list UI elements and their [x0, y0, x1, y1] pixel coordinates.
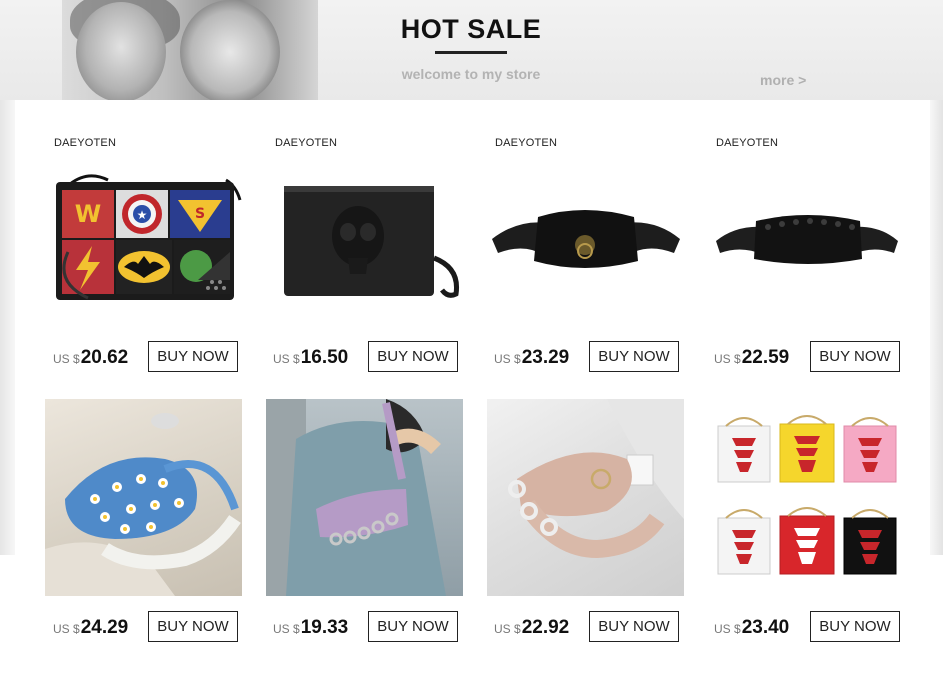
- currency-label: US $: [53, 352, 80, 366]
- product-image[interactable]: [708, 410, 904, 582]
- product-price: US $22.59: [714, 347, 789, 369]
- price-value: 24.29: [80, 617, 129, 638]
- currency-label: US $: [273, 352, 300, 366]
- product-price: US $23.40: [714, 617, 789, 639]
- buy-now-button[interactable]: BUY NOW: [810, 611, 900, 642]
- currency-label: US $: [494, 352, 521, 366]
- price-value: 19.33: [300, 617, 349, 638]
- price-value: 20.62: [80, 347, 129, 368]
- product-image[interactable]: [487, 399, 684, 596]
- product-price: US $20.62: [53, 347, 128, 369]
- product-brand: DAEYOTEN: [495, 137, 558, 149]
- currency-label: US $: [273, 622, 300, 636]
- price-value: 22.59: [741, 347, 790, 368]
- product-image[interactable]: [712, 205, 902, 267]
- buy-now-button[interactable]: BUY NOW: [148, 341, 238, 372]
- price-value: 23.40: [741, 617, 790, 638]
- product-price: US $16.50: [273, 347, 348, 369]
- price-value: 16.50: [300, 347, 349, 368]
- buy-now-button[interactable]: BUY NOW: [368, 341, 458, 372]
- store-subtitle: welcome to my store: [401, 66, 541, 82]
- side-shadow-left: [0, 100, 15, 555]
- price-value: 23.29: [521, 347, 570, 368]
- page-title: HOT SALE: [400, 14, 542, 44]
- product-brand: DAEYOTEN: [54, 137, 117, 149]
- buy-now-button[interactable]: BUY NOW: [810, 341, 900, 372]
- product-price: US $23.29: [494, 347, 569, 369]
- currency-label: US $: [494, 622, 521, 636]
- product-image[interactable]: W ★ S: [48, 172, 244, 304]
- title-underline: [435, 51, 507, 54]
- banner-models-photo: [62, 0, 318, 100]
- buy-now-button[interactable]: BUY NOW: [368, 611, 458, 642]
- buy-now-button[interactable]: BUY NOW: [148, 611, 238, 642]
- buy-now-button[interactable]: BUY NOW: [589, 611, 679, 642]
- product-price: US $19.33: [273, 617, 348, 639]
- product-price: US $22.92: [494, 617, 569, 639]
- product-image[interactable]: [45, 399, 242, 596]
- more-link[interactable]: more >: [760, 72, 806, 88]
- svg-text:W: W: [75, 200, 101, 228]
- currency-label: US $: [53, 622, 80, 636]
- product-image[interactable]: [278, 178, 462, 300]
- currency-label: US $: [714, 622, 741, 636]
- header-banner: HOT SALE welcome to my store more >: [0, 0, 943, 100]
- buy-now-button[interactable]: BUY NOW: [589, 341, 679, 372]
- product-brand: DAEYOTEN: [275, 137, 338, 149]
- product-image[interactable]: [488, 205, 684, 275]
- price-value: 22.92: [521, 617, 570, 638]
- product-brand: DAEYOTEN: [716, 137, 779, 149]
- currency-label: US $: [714, 352, 741, 366]
- product-image[interactable]: [266, 399, 463, 596]
- product-price: US $24.29: [53, 617, 128, 639]
- svg-text:S: S: [195, 206, 205, 222]
- svg-text:★: ★: [137, 208, 148, 222]
- side-shadow-right: [930, 100, 943, 555]
